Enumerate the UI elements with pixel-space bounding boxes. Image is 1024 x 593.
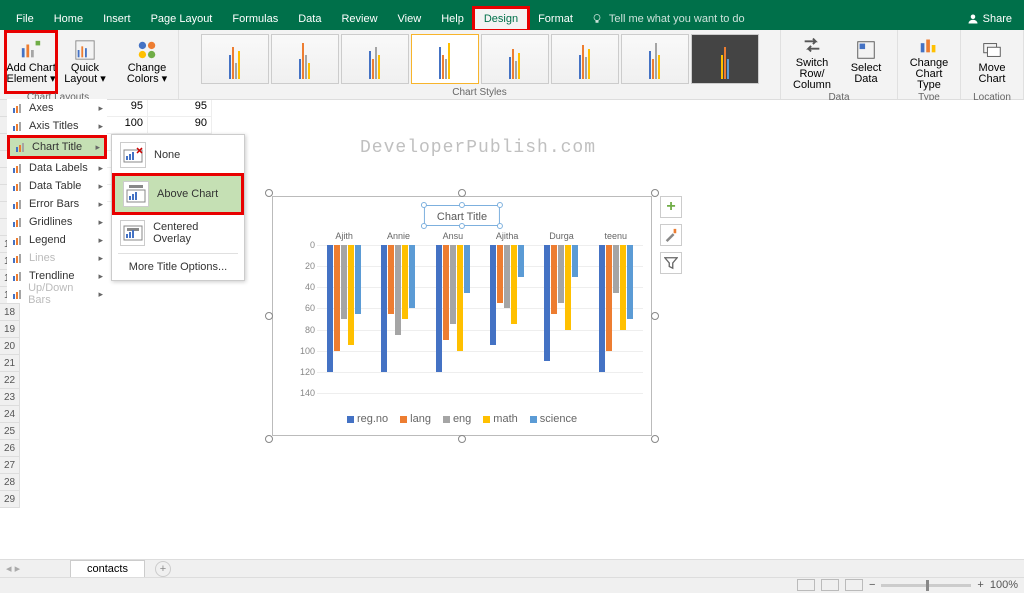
sheet-nav[interactable]: ◂ ▸ [6, 562, 20, 575]
none-icon [123, 145, 143, 165]
quick-layout-button[interactable]: Quick Layout ▾ [60, 32, 110, 92]
submenu-above-label: Above Chart [157, 188, 218, 200]
chart-bars [317, 245, 643, 393]
share-button[interactable]: Share [967, 13, 1012, 25]
switch-row-column-button[interactable]: Switch Row/ Column [787, 32, 837, 92]
tab-insert[interactable]: Insert [93, 8, 141, 30]
watermark-text: DeveloperPublish.com [360, 138, 596, 158]
chart-elements-plus-button[interactable]: + [660, 196, 682, 218]
menu-item-up-down-bars: Up/Down Bars▸ [7, 285, 107, 303]
share-label: Share [983, 13, 1012, 25]
chart-type-icon [918, 34, 940, 56]
menu-item-axis-titles[interactable]: Axis Titles▸ [7, 117, 107, 135]
tab-file[interactable]: File [6, 8, 44, 30]
tab-home[interactable]: Home [44, 8, 93, 30]
menu-item-data-table[interactable]: Data Table▸ [7, 177, 107, 195]
tab-help[interactable]: Help [431, 8, 474, 30]
embedded-chart[interactable]: Chart Title AjithAnnieAnsuAjithaDurgatee… [272, 196, 652, 436]
add-chart-element-label: Add Chart Element ▾ [6, 63, 56, 85]
status-bar: − + 100% [0, 577, 1024, 593]
centered-overlay-icon [123, 223, 143, 243]
submenu-above-chart[interactable]: Above Chart [115, 176, 241, 212]
tell-me-box[interactable]: Tell me what you want to do [591, 13, 745, 25]
lightbulb-icon [591, 13, 603, 25]
menu-item-data-labels[interactable]: Data Labels▸ [7, 159, 107, 177]
chart-side-buttons: + [660, 196, 682, 274]
chart-plot-area[interactable]: AjithAnnieAnsuAjithaDurgateenu 020406080… [295, 245, 643, 393]
change-chart-type-label: Change Chart Type [904, 58, 954, 91]
select-data-button[interactable]: Select Data [841, 32, 891, 92]
chart-element-icon [20, 39, 42, 61]
tab-page-layout[interactable]: Page Layout [141, 8, 223, 30]
submenu-none-label: None [154, 149, 180, 161]
chart-title-text: Chart Title [437, 211, 487, 223]
chart-category-labels: AjithAnnieAnsuAjithaDurgateenu [317, 231, 643, 245]
move-chart-icon [981, 39, 1003, 61]
brush-icon [664, 228, 678, 242]
switch-row-column-label: Switch Row/ Column [787, 58, 837, 91]
chart-title-submenu: None Above Chart Centered Overlay More T… [111, 134, 245, 281]
ribbon-tabs: File Home Insert Page Layout Formulas Da… [0, 8, 1024, 30]
tab-review[interactable]: Review [331, 8, 387, 30]
tab-formulas[interactable]: Formulas [222, 8, 288, 30]
menu-item-chart-title[interactable]: Chart Title▸ [10, 138, 104, 156]
add-chart-element-button[interactable]: Add Chart Element ▾ [6, 32, 56, 92]
ribbon: Add Chart Element ▾ Quick Layout ▾ Chart… [0, 30, 1024, 100]
chart-filter-button[interactable] [660, 252, 682, 274]
menu-item-gridlines[interactable]: Gridlines▸ [7, 213, 107, 231]
tab-design[interactable]: Design [474, 8, 528, 30]
move-chart-button[interactable]: Move Chart [967, 32, 1017, 92]
tell-me-label: Tell me what you want to do [609, 13, 745, 25]
chart-styles-gallery[interactable] [201, 34, 759, 87]
tab-data[interactable]: Data [288, 8, 331, 30]
change-chart-type-button[interactable]: Change Chart Type [904, 32, 954, 92]
view-page-layout-button[interactable] [821, 579, 839, 591]
menu-item-legend[interactable]: Legend▸ [7, 231, 107, 249]
tab-view[interactable]: View [388, 8, 432, 30]
title-bar [0, 0, 1024, 8]
sheet-tab-bar: ◂ ▸ contacts + [0, 559, 1024, 577]
zoom-slider[interactable] [881, 584, 971, 587]
chart-legend[interactable]: reg.nolangengmathscience [273, 413, 651, 425]
chart-styles-label: Chart Styles [452, 87, 506, 99]
cell[interactable]: 95 [148, 100, 212, 117]
tab-format[interactable]: Format [528, 8, 583, 30]
zoom-in-button[interactable]: + [977, 579, 983, 591]
select-data-icon [855, 39, 877, 61]
switch-icon [801, 34, 823, 56]
move-chart-label: Move Chart [979, 63, 1006, 85]
sheet-tab-contacts[interactable]: contacts [70, 560, 145, 577]
add-chart-element-menu: Axes▸Axis Titles▸ Chart Title▸ Data Labels… [7, 99, 107, 303]
share-icon [967, 13, 979, 25]
cell[interactable]: 90 [148, 117, 212, 134]
menu-item-lines: Lines▸ [7, 249, 107, 267]
above-chart-icon [126, 184, 146, 204]
view-page-break-button[interactable] [845, 579, 863, 591]
menu-item-axes[interactable]: Axes▸ [7, 99, 107, 117]
change-colors-label: Change Colors ▾ [127, 63, 167, 85]
submenu-centered-overlay[interactable]: Centered Overlay [112, 215, 244, 251]
zoom-level[interactable]: 100% [990, 579, 1018, 591]
submenu-none[interactable]: None [112, 137, 244, 173]
zoom-out-button[interactable]: − [869, 579, 875, 591]
change-colors-button[interactable]: Change Colors ▾ [122, 32, 172, 92]
submenu-centered-label: Centered Overlay [153, 221, 236, 245]
quick-layout-icon [74, 39, 96, 61]
colors-icon [136, 39, 158, 61]
view-normal-button[interactable] [797, 579, 815, 591]
funnel-icon [664, 256, 678, 270]
menu-item-error-bars[interactable]: Error Bars▸ [7, 195, 107, 213]
chart-styles-brush-button[interactable] [660, 224, 682, 246]
submenu-more-options[interactable]: More Title Options... [112, 256, 244, 278]
select-data-label: Select Data [851, 63, 882, 85]
chart-title[interactable]: Chart Title [424, 205, 500, 226]
quick-layout-label: Quick Layout ▾ [64, 63, 106, 85]
chart-y-axis: 020406080100120140 [295, 245, 317, 393]
add-sheet-button[interactable]: + [155, 561, 171, 577]
